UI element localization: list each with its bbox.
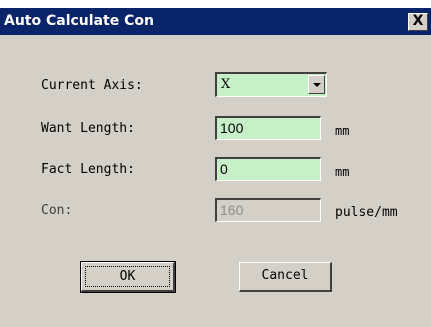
current-axis-label: Current Axis: <box>41 78 143 93</box>
dialog-window: Auto Calculate Con X Current Axis: X Wan… <box>0 8 431 327</box>
title-bar: Auto Calculate Con X <box>0 8 431 35</box>
fact-length-unit: mm <box>335 165 350 179</box>
fact-length-input[interactable]: 0 <box>215 157 321 181</box>
con-label: Con: <box>41 203 73 218</box>
want-length-unit: mm <box>335 124 350 138</box>
con-input: 160 <box>215 198 321 222</box>
con-unit: pulse/mm <box>335 205 398 220</box>
ok-button-label: OK <box>85 266 170 287</box>
fact-length-label: Fact Length: <box>41 162 135 177</box>
want-length-label: Want Length: <box>41 121 135 136</box>
dropdown-button[interactable] <box>308 75 325 94</box>
window-title: Auto Calculate Con <box>4 13 154 29</box>
current-axis-value: X <box>221 77 231 92</box>
want-length-input[interactable]: 100 <box>215 116 321 140</box>
current-axis-select[interactable]: X <box>215 72 327 97</box>
close-button[interactable]: X <box>408 13 428 31</box>
ok-button[interactable]: OK <box>80 261 176 293</box>
cancel-button[interactable]: Cancel <box>239 262 332 292</box>
chevron-down-icon <box>313 83 321 87</box>
